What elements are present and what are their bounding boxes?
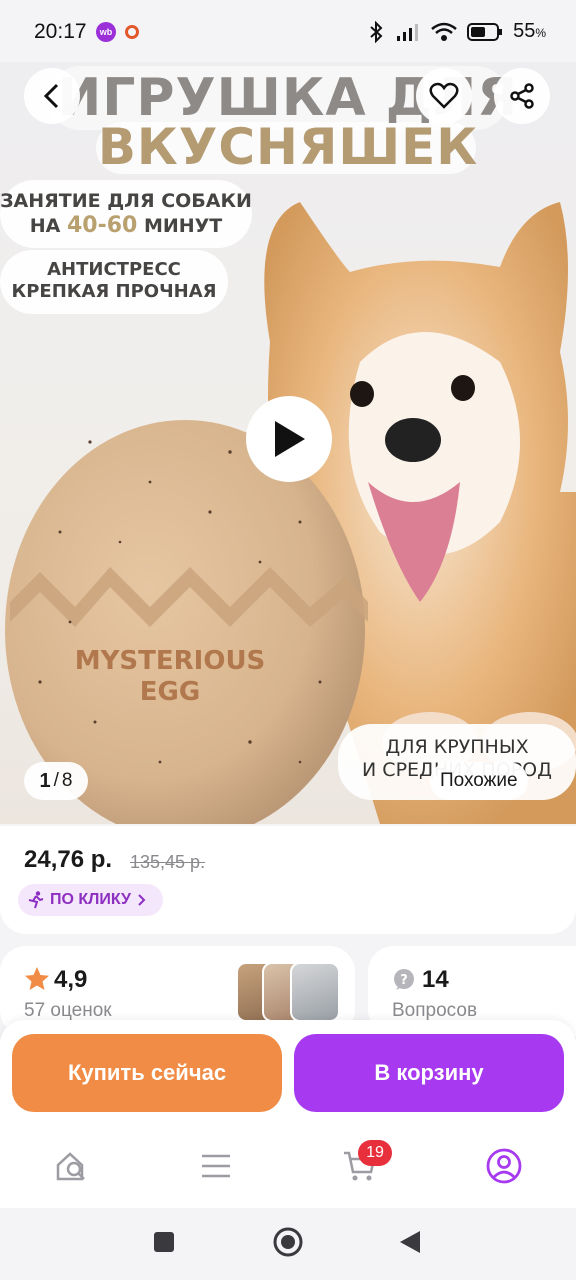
promo-label: ПО КЛИКУ [50, 891, 131, 908]
add-to-cart-button[interactable]: В корзину [294, 1034, 564, 1112]
profile-icon [486, 1148, 522, 1184]
promo-badge[interactable]: ПО КЛИКУ [18, 884, 163, 916]
current-price: 24,76 р. [24, 846, 113, 873]
system-navigation [0, 1208, 576, 1280]
nav-profile[interactable] [484, 1146, 524, 1186]
nav-home[interactable] [52, 1146, 92, 1186]
similar-button[interactable]: Похожие [430, 762, 528, 800]
price-card: 24,76 р. 135,45 р. ПО КЛИКУ [0, 826, 576, 934]
buy-now-button[interactable]: Купить сейчас [12, 1034, 282, 1112]
home-circle-icon[interactable] [272, 1226, 304, 1258]
question-bubble-icon: ? [394, 969, 414, 990]
play-video-button[interactable] [246, 396, 332, 482]
rating-count: 57 оценок [24, 1000, 112, 1021]
battery-icon [467, 22, 503, 41]
chevron-right-icon [138, 894, 146, 906]
feature-pill-durability: АНТИСТРЕСС КРЕПКАЯ ПРОЧНАЯ [0, 250, 228, 314]
gallery-counter: 1/8 [24, 762, 88, 800]
battery-level: 55% [513, 20, 546, 42]
heart-icon [429, 82, 459, 109]
egg-logo-text: MYSTERIOUS EGG [74, 646, 266, 708]
favorite-button[interactable] [416, 68, 472, 124]
chevron-left-icon [43, 83, 59, 109]
product-gallery[interactable]: MYSTERIOUS EGG ИГРУШКА ДЛЯ ВКУСНЯШЕК ЗАН… [0, 62, 576, 824]
wifi-icon [431, 22, 457, 41]
questions-count: 14 [422, 966, 449, 993]
home-search-icon [56, 1152, 85, 1181]
svg-text:?: ? [400, 973, 408, 988]
feature-pill-duration: ЗАНЯТИЕ ДЛЯ СОБАКИ НА 40-60 МИНУТ [0, 180, 252, 248]
star-icon [25, 967, 49, 990]
purchase-actions: Купить сейчас В корзину [0, 1020, 576, 1128]
wb-notification-icon: wb [96, 22, 116, 42]
questions-label: Вопросов [392, 1000, 478, 1021]
bottom-navigation [0, 1128, 576, 1208]
share-button[interactable] [494, 68, 550, 124]
back-button[interactable] [24, 68, 80, 124]
cart-count-badge: 19 [358, 1140, 392, 1166]
old-price: 135,45 р. [130, 852, 206, 872]
back-triangle-icon[interactable] [398, 1229, 422, 1255]
status-bar: 20:17 wb 55% [0, 0, 576, 62]
nav-catalog[interactable] [196, 1146, 236, 1186]
status-time: 20:17 [34, 20, 87, 43]
promo-title-line2: ВКУСНЯШЕК [97, 118, 479, 176]
menu-icon [202, 1154, 230, 1178]
status-icons: 55% [367, 20, 546, 43]
running-person-icon [28, 891, 44, 909]
share-icon [510, 83, 534, 109]
review-photo-thumbnail[interactable] [290, 962, 340, 1022]
bluetooth-icon [370, 20, 383, 43]
play-icon [275, 421, 305, 457]
record-indicator-icon [125, 25, 139, 39]
signal-icon [397, 23, 419, 41]
recent-apps-icon[interactable] [153, 1231, 175, 1253]
rating-value: 4,9 [54, 966, 88, 993]
